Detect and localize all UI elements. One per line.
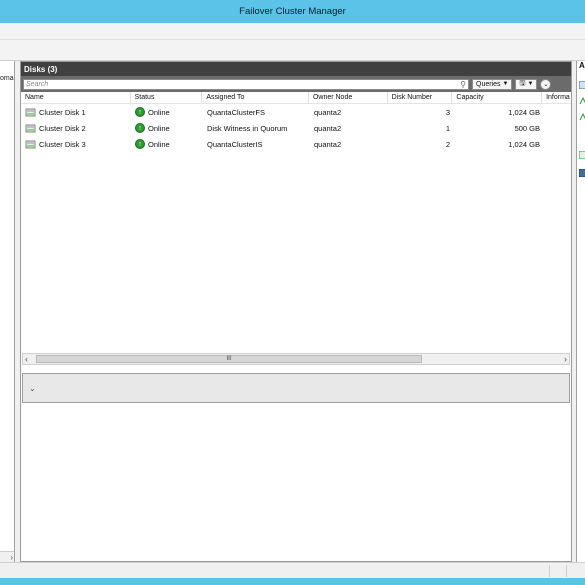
assigned-to-cell: QuantaClusterIS [207, 139, 263, 149]
action-icon[interactable] [579, 81, 585, 89]
action-icon[interactable] [579, 113, 585, 121]
online-check-icon: ↑ [135, 123, 145, 133]
status-separator [549, 565, 550, 577]
disk-name: Cluster Disk 3 [39, 139, 86, 149]
column-header-capacity[interactable]: Capacity [452, 92, 543, 103]
search-icon[interactable]: ⚲ [460, 80, 466, 89]
assigned-to-cell: Disk Witness in Quorum [207, 123, 288, 133]
status-separator [566, 565, 567, 577]
column-header-owner-node[interactable]: Owner Node [309, 92, 388, 103]
disk-icon [25, 140, 36, 149]
search-input[interactable]: Search ⚲ [23, 78, 469, 90]
disks-panel-title: Disks (3) [24, 64, 58, 74]
search-bar: Search ⚲ Queries ▼ 🖫 ▼ ⌄ [21, 76, 571, 92]
disk-name-cell: Cluster Disk 3 [21, 139, 131, 149]
window-title: Failover Cluster Manager [239, 6, 346, 17]
disk-name: Cluster Disk 1 [39, 107, 86, 117]
title-bar: Failover Cluster Manager [0, 0, 585, 23]
status-text: Online [148, 123, 170, 133]
scroll-left-icon[interactable]: ‹ [25, 354, 28, 364]
expand-search-button[interactable]: ⌄ [540, 78, 552, 90]
pane-divider[interactable] [21, 365, 571, 373]
capacity-cell: 1,024 GB [508, 139, 540, 149]
disks-panel-header: Disks (3) [21, 62, 571, 76]
status-cell: ↑ Online [131, 123, 203, 133]
scroll-right-icon[interactable]: › [564, 354, 567, 364]
actions-pane-header: A [577, 61, 585, 75]
owner-node-cell: quanta2 [314, 139, 342, 149]
horizontal-scrollbar[interactable]: ‹ III › [22, 353, 570, 365]
chevron-down-icon: ⌄ [543, 81, 549, 88]
disk-icon [25, 124, 36, 133]
chevron-down-icon: ▼ [527, 81, 534, 87]
save-query-button[interactable]: 🖫 ▼ [515, 78, 538, 90]
column-header-row: Name Status Assigned To Owner Node Disk … [21, 92, 571, 104]
action-icon[interactable] [579, 151, 585, 159]
status-text: Online [148, 107, 170, 117]
column-header-information[interactable]: Informa [542, 92, 571, 103]
tree-item-fragment[interactable]: oma [0, 75, 14, 82]
taskbar-strip [0, 578, 585, 585]
online-check-icon: ↑ [135, 139, 145, 149]
column-header-assigned-to[interactable]: Assigned To [202, 92, 309, 103]
assigned-to-cell: QuantaClusterFS [207, 107, 265, 117]
disk-name: Cluster Disk 2 [39, 123, 86, 133]
status-cell: ↑ Online [131, 107, 203, 117]
disk-number-cell: 1 [445, 123, 450, 133]
disk-number-cell: 3 [445, 107, 450, 117]
chevron-down-icon: ▼ [502, 81, 509, 87]
save-icon: 🖫 [519, 79, 526, 87]
status-text: Online [148, 139, 170, 149]
status-bar [0, 562, 585, 578]
scroll-right-icon[interactable]: › [10, 553, 13, 562]
disks-list: Cluster Disk 1 ↑ Online QuantaClusterFS … [21, 104, 571, 353]
queries-button[interactable]: Queries ▼ [472, 78, 513, 90]
chevron-down-icon[interactable]: ⌄ [29, 384, 36, 393]
online-check-icon: ↑ [135, 107, 145, 117]
tree-horizontal-scrollbar[interactable]: › [0, 551, 14, 562]
actions-pane: A [576, 61, 585, 562]
owner-node-cell: quanta2 [314, 123, 342, 133]
table-row[interactable]: Cluster Disk 1 ↑ Online QuantaClusterFS … [21, 104, 571, 120]
column-header-name[interactable]: Name [21, 92, 131, 103]
table-row[interactable]: Cluster Disk 3 ↑ Online QuantaClusterIS … [21, 136, 571, 152]
action-icon[interactable] [579, 97, 585, 105]
disks-panel: Disks (3) Search ⚲ Queries ▼ 🖫 ▼ ⌄ Name … [20, 61, 572, 562]
queries-label: Queries [476, 80, 501, 88]
details-panel-header[interactable]: ⌄ [22, 373, 570, 403]
capacity-cell: 1,024 GB [508, 107, 540, 117]
column-header-disk-number[interactable]: Disk Number [388, 92, 453, 103]
table-row[interactable]: Cluster Disk 2 ↑ Online Disk Witness in … [21, 120, 571, 136]
scrollbar-thumb[interactable]: III [36, 355, 422, 363]
disk-number-cell: 2 [445, 139, 450, 149]
menu-bar [0, 23, 585, 40]
toolbar [0, 40, 585, 61]
navigation-tree-pane[interactable]: oma › [0, 61, 15, 562]
search-placeholder: Search [26, 80, 49, 88]
owner-node-cell: quanta2 [314, 107, 342, 117]
disk-name-cell: Cluster Disk 1 [21, 107, 131, 117]
status-cell: ↑ Online [131, 139, 203, 149]
scrollbar-grip: III [226, 356, 232, 362]
disk-name-cell: Cluster Disk 2 [21, 123, 131, 133]
column-header-status[interactable]: Status [131, 92, 203, 103]
disk-icon [25, 108, 36, 117]
capacity-cell: 500 GB [514, 123, 540, 133]
action-icon[interactable] [579, 169, 585, 177]
